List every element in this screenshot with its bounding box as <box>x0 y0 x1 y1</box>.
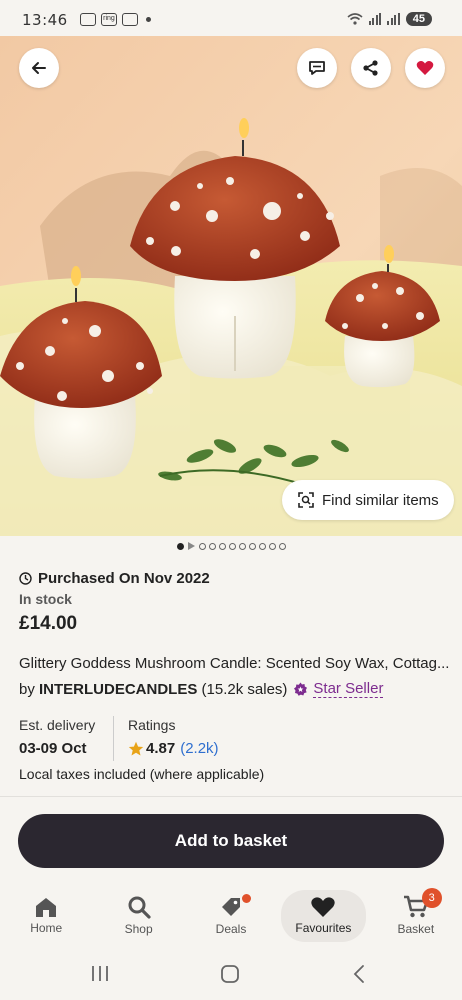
divider <box>113 716 114 761</box>
nav-deals[interactable]: Deals <box>185 884 277 946</box>
wifi-icon <box>347 13 363 25</box>
image-icon <box>122 13 138 26</box>
ring-icon: ring <box>101 13 117 26</box>
tag-icon <box>222 897 241 916</box>
nav-deals-label: Deals <box>215 921 247 936</box>
taxes-note: Local taxes included (where applicable) <box>19 766 265 782</box>
system-back-icon[interactable] <box>352 964 366 984</box>
estimated-delivery: Est. delivery 03-09 Oct <box>19 717 95 757</box>
gallery-dot-active[interactable] <box>176 542 184 550</box>
gallery-dot[interactable] <box>228 542 236 550</box>
star-seller-icon <box>294 682 308 696</box>
message-icon <box>309 61 325 75</box>
listing-title[interactable]: Glittery Goddess Mushroom Candle: Scente… <box>19 655 449 672</box>
heart-icon <box>311 896 336 917</box>
purchased-text: Purchased On Nov 2022 <box>38 570 210 587</box>
nav-basket[interactable]: 3 Basket <box>370 884 462 946</box>
purchase-history: Purchased On Nov 2022 <box>19 570 210 587</box>
status-notification-icons: ring <box>80 13 151 26</box>
visual-search-icon <box>298 492 314 508</box>
nav-shop[interactable]: Shop <box>92 884 184 946</box>
ratings-summary[interactable]: Ratings 4.87 (2.2k) <box>128 717 219 757</box>
stock-status: In stock <box>19 591 72 607</box>
shop-name-link[interactable]: INTERLUDECANDLES <box>39 681 197 698</box>
nav-basket-label: Basket <box>397 921 435 936</box>
home-icon <box>36 897 57 917</box>
star-seller-badge[interactable]: Star Seller <box>293 680 384 698</box>
arrow-left-icon <box>32 62 46 74</box>
back-button[interactable] <box>19 48 59 88</box>
status-time: 13:46 <box>22 11 68 29</box>
delivery-value: 03-09 Oct <box>19 740 87 757</box>
find-similar-items-button[interactable]: Find similar items <box>282 480 454 520</box>
seller-line: by INTERLUDECANDLES (15.2k sales) Star S… <box>19 680 384 698</box>
signal-icon-2 <box>387 13 400 25</box>
rating-value: 4.87 <box>146 740 176 757</box>
gallery-dot[interactable] <box>268 542 276 550</box>
nav-favourites[interactable]: Favourites <box>277 884 369 946</box>
add-to-basket-button[interactable]: Add to basket <box>18 814 444 868</box>
star-icon <box>128 741 144 755</box>
favourite-button[interactable] <box>405 48 445 88</box>
basket-count-badge: 3 <box>421 888 442 908</box>
ratings-value-row: 4.87 (2.2k) <box>128 740 219 757</box>
more-notifications-dot <box>146 17 151 22</box>
bottom-navigation: Home Shop Deals Favourites 3 Basket <box>0 884 462 946</box>
shop-sales-count: (15.2k sales) <box>201 680 288 698</box>
system-navigation-bar <box>0 946 462 1000</box>
rating-count-link[interactable]: (2.2k) <box>180 740 218 757</box>
signal-icon <box>368 13 382 25</box>
product-image-gallery[interactable]: Find similar items <box>0 36 462 536</box>
nav-home-label: Home <box>30 920 63 935</box>
ratings-label: Ratings <box>128 717 176 733</box>
heart-icon <box>416 61 434 75</box>
section-separator <box>0 796 462 797</box>
clock-icon <box>19 572 32 585</box>
share-icon <box>363 60 378 76</box>
nav-home[interactable]: Home <box>0 884 92 946</box>
gallery-dot[interactable] <box>198 542 206 550</box>
gallery-dot[interactable] <box>258 542 266 550</box>
battery-indicator: 45 <box>405 12 432 26</box>
gallery-dot[interactable] <box>218 542 226 550</box>
deals-notification-dot <box>241 894 251 903</box>
status-bar: 13:46 ring 45 <box>0 0 462 36</box>
gallery-dot[interactable] <box>278 542 286 550</box>
product-photo <box>0 36 462 536</box>
gallery-dot[interactable] <box>248 542 256 550</box>
gallery-dot[interactable] <box>208 542 216 550</box>
status-system-icons: 45 <box>347 12 432 26</box>
nav-favourites-label: Favourites <box>295 920 352 935</box>
find-similar-label: Find similar items <box>322 491 439 509</box>
gallery-dot[interactable] <box>238 542 246 550</box>
search-icon <box>128 896 151 919</box>
message-seller-button[interactable] <box>297 48 337 88</box>
star-seller-label: Star Seller <box>313 680 384 698</box>
price: £14.00 <box>19 613 78 634</box>
video-dot[interactable] <box>187 542 195 550</box>
by-prefix: by <box>19 680 35 698</box>
delivery-label: Est. delivery <box>19 717 96 733</box>
screenshot-icon <box>80 13 96 26</box>
recent-apps-icon[interactable] <box>91 965 109 982</box>
gallery-pagination[interactable] <box>0 542 462 550</box>
share-button[interactable] <box>351 48 391 88</box>
home-button-icon[interactable] <box>220 964 240 984</box>
nav-shop-label: Shop <box>124 921 153 936</box>
